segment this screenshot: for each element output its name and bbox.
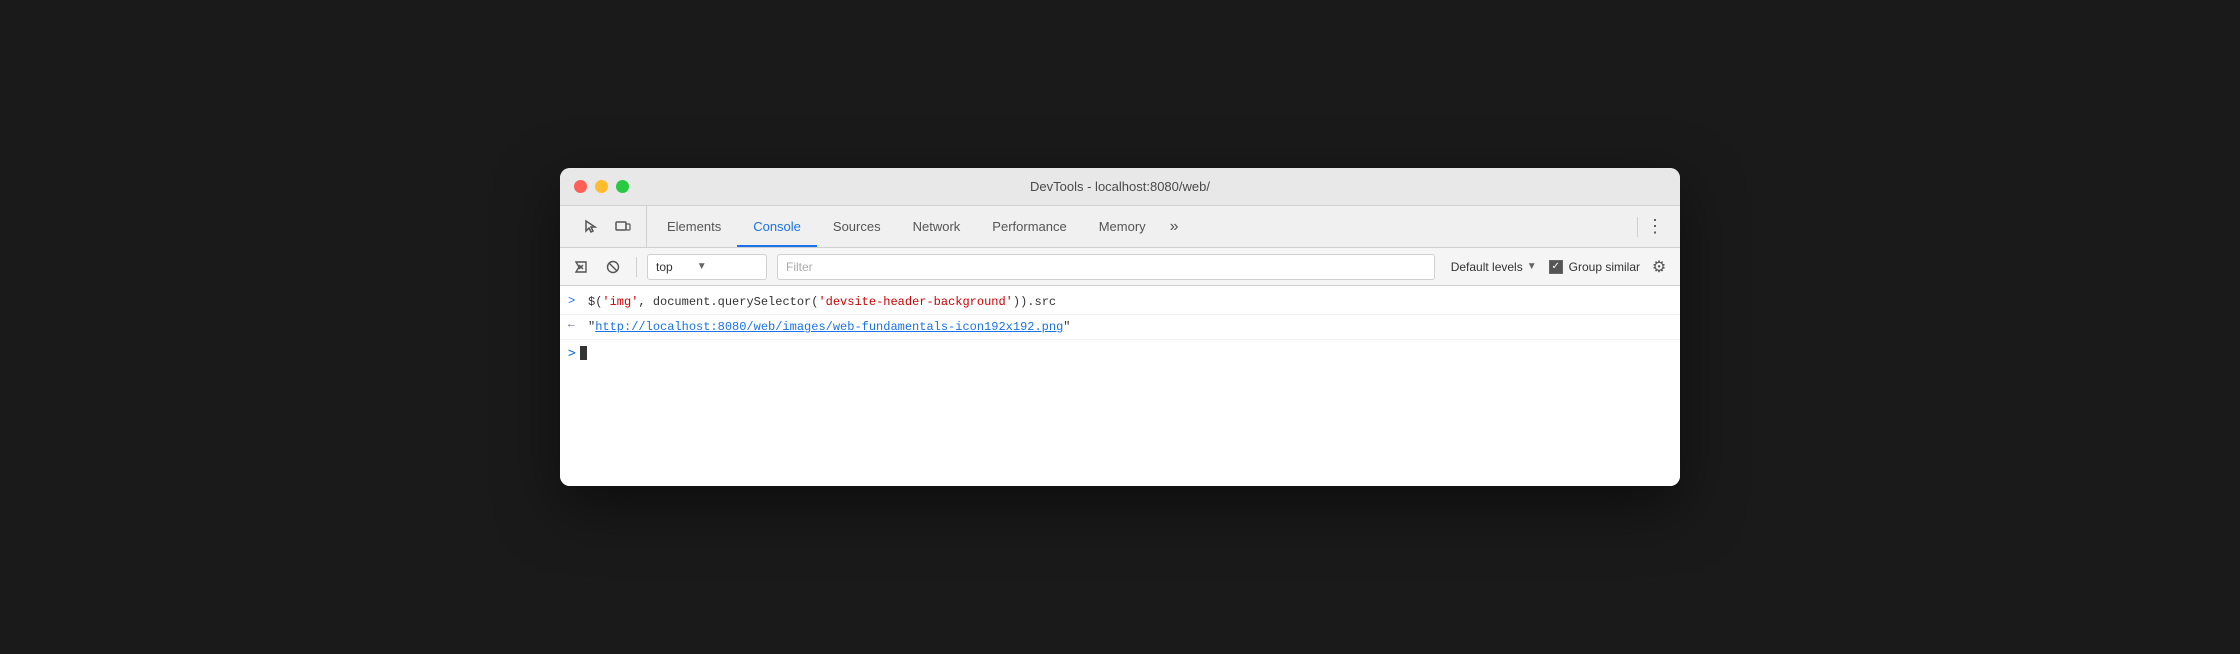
block-console-button[interactable] — [600, 254, 626, 280]
context-select-arrow: ▼ — [697, 261, 707, 272]
toolbar-icons-group — [568, 206, 647, 247]
levels-arrow: ▼ — [1527, 261, 1537, 272]
console-output-text: "http://localhost:8080/web/images/web-fu… — [588, 318, 1672, 336]
cursor-blink — [580, 346, 587, 360]
console-input-text: $('img', document.querySelector('devsite… — [588, 293, 1672, 311]
filter-input[interactable] — [777, 254, 1435, 280]
inspect-element-button[interactable] — [578, 214, 604, 240]
console-output: > $('img', document.querySelector('devsi… — [560, 286, 1680, 486]
minimize-button[interactable] — [595, 180, 608, 193]
console-toolbar: top ▼ Default levels ▼ ✓ Group similar ⚙ — [560, 248, 1680, 286]
tabs-more-button[interactable]: » — [1162, 218, 1187, 236]
group-similar-checkbox[interactable]: ✓ Group similar — [1549, 260, 1640, 274]
block-icon — [606, 260, 620, 274]
devtools-window: DevTools - localhost:8080/web/ — [560, 168, 1680, 486]
title-bar: DevTools - localhost:8080/web/ — [560, 168, 1680, 206]
console-line-output: ← "http://localhost:8080/web/images/web-… — [560, 315, 1680, 340]
input-chevron: > — [568, 294, 584, 308]
device-icon — [615, 219, 631, 235]
console-prompt-line[interactable]: > — [560, 340, 1680, 366]
context-select[interactable]: top ▼ — [647, 254, 767, 280]
clear-console-button[interactable] — [568, 254, 594, 280]
quote-close: " — [1063, 320, 1070, 334]
tab-sources[interactable]: Sources — [817, 206, 897, 247]
code-middle: , document.querySelector( — [638, 295, 818, 309]
toolbar-divider — [636, 257, 637, 277]
prompt-symbol: > — [568, 346, 576, 361]
code-string1: 'img' — [602, 295, 638, 309]
code-suffix: )).src — [1013, 295, 1056, 309]
code-prefix: $( — [588, 295, 602, 309]
tab-elements[interactable]: Elements — [651, 206, 737, 247]
cursor-icon — [583, 219, 599, 235]
tab-memory[interactable]: Memory — [1083, 206, 1162, 247]
console-link[interactable]: http://localhost:8080/web/images/web-fun… — [595, 320, 1063, 334]
clear-console-icon — [574, 260, 588, 274]
console-line-input: > $('img', document.querySelector('devsi… — [560, 290, 1680, 315]
output-chevron: ← — [568, 319, 584, 331]
close-button[interactable] — [574, 180, 587, 193]
devtools-menu-button[interactable]: ⋮ — [1638, 216, 1672, 237]
tab-performance[interactable]: Performance — [976, 206, 1082, 247]
tab-console[interactable]: Console — [737, 206, 817, 247]
window-controls — [574, 180, 629, 193]
code-string2: 'devsite-header-background' — [818, 295, 1012, 309]
window-title: DevTools - localhost:8080/web/ — [1030, 179, 1210, 194]
maximize-button[interactable] — [616, 180, 629, 193]
levels-button[interactable]: Default levels ▼ — [1445, 258, 1543, 276]
device-toggle-button[interactable] — [610, 214, 636, 240]
tab-network[interactable]: Network — [897, 206, 977, 247]
console-settings-button[interactable]: ⚙ — [1646, 254, 1672, 280]
tab-bar: Elements Console Sources Network Perform… — [560, 206, 1680, 248]
window-content: Elements Console Sources Network Perform… — [560, 206, 1680, 486]
checkbox-checked-icon: ✓ — [1549, 260, 1563, 274]
